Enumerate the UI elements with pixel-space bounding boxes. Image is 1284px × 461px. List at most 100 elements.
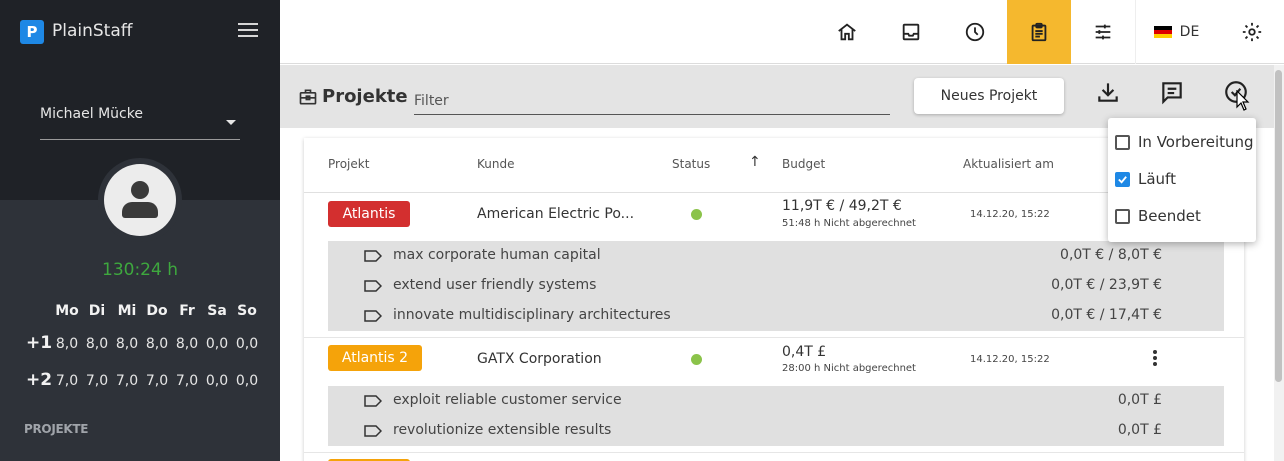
language-label: DE bbox=[1179, 24, 1200, 40]
inbox-button[interactable] bbox=[879, 0, 943, 64]
week-cell: 0,0 bbox=[205, 336, 229, 352]
list-item[interactable]: extend user friendly systems 0,0T € / 23… bbox=[328, 271, 1224, 301]
projects-table: Projekt Kunde Status ↑ Budget Aktualisie… bbox=[304, 138, 1244, 461]
week-cell: 0,0 bbox=[235, 336, 259, 352]
week-cell: 7,0 bbox=[85, 373, 109, 389]
option-label: In Vorbereitung bbox=[1138, 133, 1254, 151]
day-header: Fr bbox=[179, 303, 195, 319]
list-item[interactable]: revolutionize extensible results 0,0T £ bbox=[328, 416, 1224, 446]
week-cell: 7,0 bbox=[115, 373, 139, 389]
inbox-icon bbox=[902, 23, 920, 41]
task-budget: 0,0T € / 8,0T € bbox=[1060, 247, 1162, 263]
status-option-running[interactable]: Läuft bbox=[1108, 162, 1256, 199]
app-name: PlainStaff bbox=[52, 21, 133, 41]
settings-button[interactable] bbox=[1220, 0, 1284, 64]
checkbox[interactable] bbox=[1115, 135, 1130, 150]
task-label: max corporate human capital bbox=[393, 247, 601, 263]
list-item[interactable]: exploit reliable customer service 0,0T £ bbox=[328, 386, 1224, 416]
week-cell: 7,0 bbox=[145, 373, 169, 389]
status-running-icon bbox=[691, 209, 702, 220]
task-budget: 0,0T £ bbox=[1117, 392, 1162, 408]
list-item[interactable]: max corporate human capital 0,0T € / 8,0… bbox=[328, 241, 1224, 271]
sidebar-section-projects[interactable]: PROJEKTE bbox=[24, 422, 88, 436]
caret-down-icon bbox=[226, 120, 236, 125]
status-option-preparation[interactable]: In Vorbereitung bbox=[1108, 125, 1256, 162]
task-list: exploit reliable customer service 0,0T £… bbox=[328, 386, 1224, 446]
column-header-project[interactable]: Projekt bbox=[328, 157, 369, 171]
tag-icon bbox=[364, 280, 382, 292]
column-header-updated[interactable]: Aktualisiert am bbox=[963, 157, 1054, 171]
user-select[interactable]: Michael Mücke bbox=[40, 100, 240, 140]
row-divider bbox=[304, 452, 1244, 453]
hours-total: 130:24 h bbox=[102, 260, 178, 280]
column-header-budget[interactable]: Budget bbox=[782, 157, 825, 171]
table-row[interactable]: Atlantis American Electric Po... 11,9T €… bbox=[304, 193, 1244, 241]
scrollbar-thumb[interactable] bbox=[1275, 70, 1282, 382]
hamburger-menu-icon[interactable] bbox=[238, 23, 258, 39]
clipboard-icon bbox=[1031, 22, 1047, 42]
settings-sliders-button[interactable] bbox=[1071, 0, 1135, 64]
task-label: extend user friendly systems bbox=[393, 277, 597, 293]
sliders-icon bbox=[1095, 24, 1111, 40]
home-icon bbox=[838, 23, 856, 41]
customer-name: American Electric Po... bbox=[477, 206, 635, 222]
day-header: Mi bbox=[117, 303, 137, 319]
projects-button[interactable] bbox=[1007, 0, 1071, 64]
checkbox[interactable] bbox=[1115, 172, 1130, 187]
language-button[interactable]: DE bbox=[1135, 0, 1217, 64]
column-header-customer[interactable]: Kunde bbox=[477, 157, 514, 171]
task-label: exploit reliable customer service bbox=[393, 392, 622, 408]
more-options-icon[interactable] bbox=[1147, 349, 1163, 369]
day-header: So bbox=[237, 303, 257, 319]
day-header: Mo bbox=[55, 303, 79, 319]
week-cell: 0,0 bbox=[205, 373, 229, 389]
time-button[interactable] bbox=[943, 0, 1007, 64]
avatar[interactable] bbox=[104, 164, 176, 236]
task-budget: 0,0T £ bbox=[1117, 422, 1162, 438]
task-list: max corporate human capital 0,0T € / 8,0… bbox=[328, 241, 1224, 331]
budget-note: 51:48 h Nicht abgerechnet bbox=[782, 218, 916, 229]
page-title: Projekte bbox=[322, 86, 408, 107]
list-item[interactable]: innovate multidisciplinary architectures… bbox=[328, 301, 1224, 331]
table-row[interactable]: Atlantis 2 GATX Corporation 0,4T £ 28:00… bbox=[304, 338, 1244, 386]
budget-value: 11,9T € / 49,2T € bbox=[782, 198, 902, 214]
status-option-finished[interactable]: Beendet bbox=[1108, 199, 1256, 236]
option-label: Läuft bbox=[1138, 170, 1176, 188]
sidebar: P PlainStaff Michael Mücke 130:24 h Mo D… bbox=[0, 0, 280, 461]
download-icon[interactable] bbox=[1095, 79, 1121, 105]
week-cell: 0,0 bbox=[235, 373, 259, 389]
option-label: Beendet bbox=[1138, 207, 1201, 225]
week-cell: 8,0 bbox=[145, 336, 169, 352]
mouse-cursor-icon bbox=[1236, 90, 1250, 111]
task-budget: 0,0T € / 23,9T € bbox=[1051, 277, 1162, 293]
week-cell: 8,0 bbox=[175, 336, 199, 352]
week-cell: 7,0 bbox=[175, 373, 199, 389]
user-icon-body bbox=[122, 202, 158, 218]
home-button[interactable] bbox=[815, 0, 879, 64]
comment-icon[interactable] bbox=[1159, 79, 1185, 105]
week-cell: 8,0 bbox=[55, 336, 79, 352]
status-filter-dropdown: In Vorbereitung Läuft Beendet bbox=[1108, 118, 1256, 242]
briefcase-icon bbox=[299, 89, 317, 105]
project-badge[interactable]: Atlantis bbox=[328, 201, 410, 227]
week-cell: 7,0 bbox=[55, 373, 79, 389]
updated-date: 14.12.20, 15:22 bbox=[970, 209, 1050, 220]
tag-icon bbox=[364, 395, 382, 407]
day-header: Sa bbox=[207, 303, 227, 319]
project-badge[interactable]: Atlantis 2 bbox=[328, 345, 422, 371]
checkbox[interactable] bbox=[1115, 209, 1130, 224]
task-budget: 0,0T € / 17,4T € bbox=[1051, 307, 1162, 323]
filter-input[interactable] bbox=[414, 87, 890, 115]
column-header-status[interactable]: Status bbox=[672, 157, 710, 171]
sort-arrow-icon[interactable]: ↑ bbox=[749, 154, 761, 170]
checkmark-icon bbox=[1118, 176, 1127, 184]
task-label: revolutionize extensible results bbox=[393, 422, 612, 438]
week-cell: 8,0 bbox=[85, 336, 109, 352]
day-header: Di bbox=[88, 303, 106, 319]
week-cell: 8,0 bbox=[115, 336, 139, 352]
user-name: Michael Mücke bbox=[40, 106, 143, 122]
budget-value: 0,4T £ bbox=[782, 344, 827, 360]
gear-icon bbox=[1242, 22, 1262, 42]
customer-name: GATX Corporation bbox=[477, 351, 602, 367]
new-project-button[interactable]: Neues Projekt bbox=[914, 78, 1064, 114]
